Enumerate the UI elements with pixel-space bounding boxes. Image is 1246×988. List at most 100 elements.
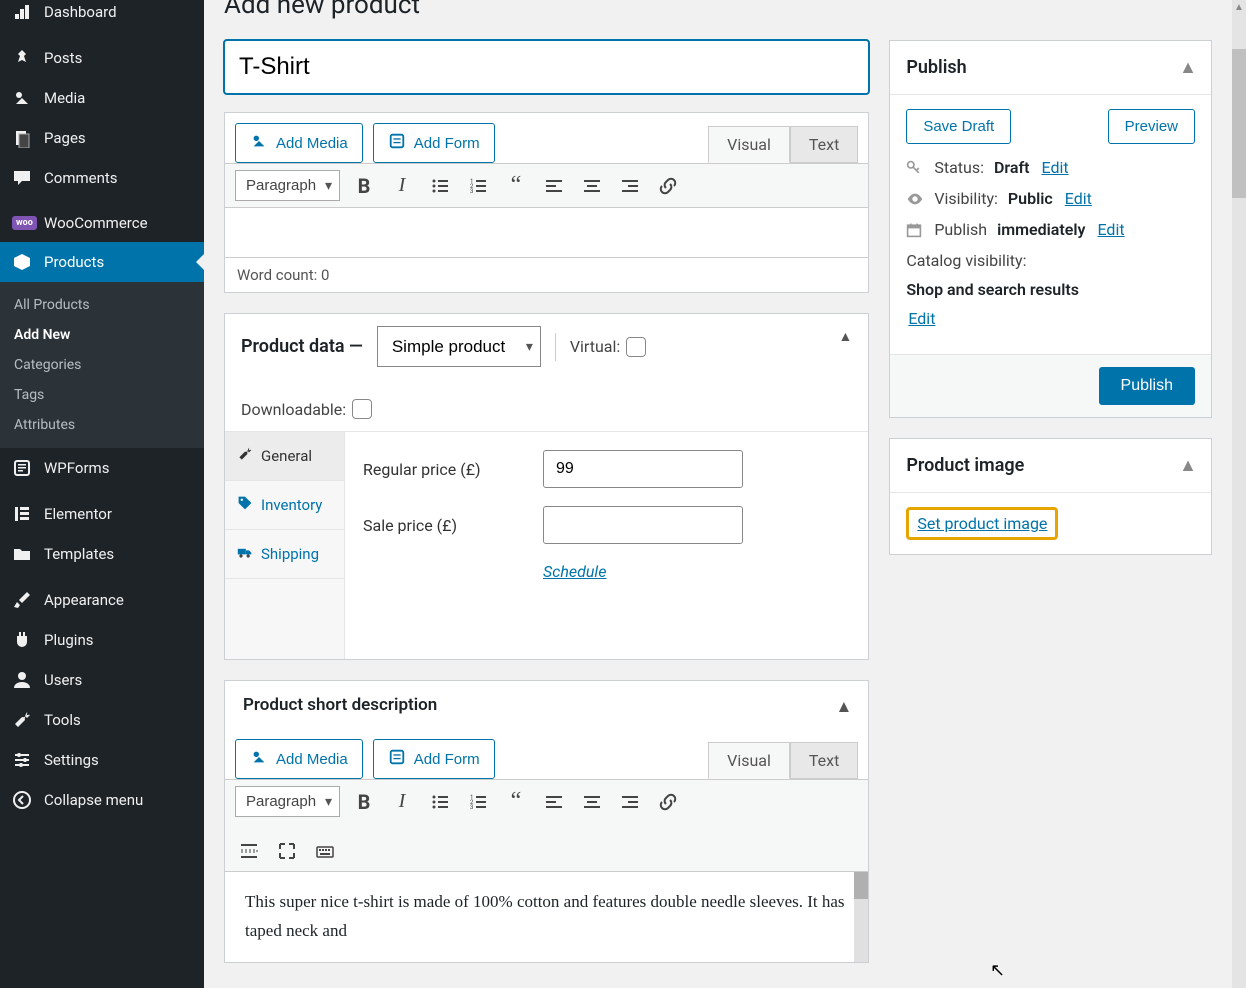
schedule-link[interactable]: Schedule bbox=[543, 562, 606, 581]
align-center-button[interactable] bbox=[578, 788, 606, 816]
align-center-button[interactable] bbox=[578, 172, 606, 200]
pd-tab-inventory[interactable]: Inventory bbox=[225, 481, 344, 530]
align-left-button[interactable] bbox=[540, 788, 568, 816]
sidebar-item-users[interactable]: Users bbox=[0, 660, 204, 700]
align-right-button[interactable] bbox=[616, 172, 644, 200]
folder-icon bbox=[12, 544, 34, 564]
sidebar-item-label: Pages bbox=[44, 129, 86, 147]
sidebar-item-label: Collapse menu bbox=[44, 791, 143, 809]
tab-text-2[interactable]: Text bbox=[790, 742, 858, 779]
regular-price-label: Regular price (£) bbox=[363, 460, 543, 479]
regular-price-input[interactable] bbox=[543, 450, 743, 488]
edit-status-link[interactable]: Edit bbox=[1042, 158, 1069, 177]
publish-button[interactable]: Publish bbox=[1099, 367, 1195, 405]
sidebar-item-products[interactable]: Products bbox=[0, 242, 204, 282]
media-icon bbox=[250, 132, 268, 154]
submenu-categories[interactable]: Categories bbox=[0, 350, 204, 380]
sidebar-item-settings[interactable]: Settings bbox=[0, 740, 204, 780]
sidebar-item-label: Templates bbox=[44, 545, 114, 563]
product-data-title: Product data — bbox=[241, 336, 363, 357]
add-form-button-2[interactable]: Add Form bbox=[373, 739, 495, 779]
edit-visibility-link[interactable]: Edit bbox=[1065, 189, 1092, 208]
editor-scrollbar[interactable] bbox=[854, 872, 868, 962]
save-draft-button[interactable]: Save Draft bbox=[906, 109, 1011, 144]
sale-price-input[interactable] bbox=[543, 506, 743, 544]
sidebar-item-comments[interactable]: Comments bbox=[0, 158, 204, 198]
product-image-title: Product image bbox=[906, 455, 1024, 476]
plug-icon bbox=[12, 630, 34, 650]
link-button[interactable] bbox=[654, 172, 682, 200]
add-media-button[interactable]: Add Media bbox=[235, 123, 363, 163]
sidebar-item-pages[interactable]: Pages bbox=[0, 118, 204, 158]
sidebar-item-appearance[interactable]: Appearance bbox=[0, 580, 204, 620]
collapse-toggle-icon[interactable]: ▲ bbox=[836, 697, 853, 717]
sidebar-item-templates[interactable]: Templates bbox=[0, 534, 204, 574]
numbered-list-button[interactable]: 123 bbox=[464, 172, 492, 200]
page-scrollbar[interactable]: ▲ bbox=[1232, 0, 1246, 988]
pd-tab-shipping[interactable]: Shipping bbox=[225, 530, 344, 579]
quote-button[interactable]: “ bbox=[502, 788, 530, 816]
bullet-list-button[interactable] bbox=[426, 788, 454, 816]
italic-button[interactable]: I bbox=[388, 172, 416, 200]
collapse-toggle-icon[interactable]: ▲ bbox=[1179, 57, 1197, 78]
sidebar-item-plugins[interactable]: Plugins bbox=[0, 620, 204, 660]
tag-icon bbox=[237, 495, 253, 515]
short-description-box: Product short description ▲ Add Media Ad… bbox=[224, 680, 869, 963]
bold-button[interactable]: B bbox=[350, 788, 378, 816]
editor-content-area[interactable] bbox=[225, 207, 868, 257]
add-form-button[interactable]: Add Form bbox=[373, 123, 495, 163]
sidebar-item-label: Tools bbox=[44, 711, 81, 729]
align-left-button[interactable] bbox=[540, 172, 568, 200]
quote-button[interactable]: “ bbox=[502, 172, 530, 200]
link-button[interactable] bbox=[654, 788, 682, 816]
format-select-2[interactable]: Paragraph bbox=[235, 786, 340, 817]
edit-catalog-link[interactable]: Edit bbox=[908, 309, 1195, 328]
sidebar-item-collapse[interactable]: Collapse menu bbox=[0, 780, 204, 820]
format-select[interactable]: Paragraph bbox=[235, 170, 340, 201]
submenu-add-new[interactable]: Add New bbox=[0, 320, 204, 350]
short-desc-content[interactable]: This super nice t-shirt is made of 100% … bbox=[225, 871, 868, 962]
set-product-image-highlight: Set product image bbox=[906, 507, 1058, 540]
product-title-input[interactable] bbox=[224, 40, 869, 94]
media-icon bbox=[250, 748, 268, 770]
tab-visual[interactable]: Visual bbox=[708, 126, 790, 163]
submenu-all-products[interactable]: All Products bbox=[0, 290, 204, 320]
bold-button[interactable]: B bbox=[350, 172, 378, 200]
align-right-button[interactable] bbox=[616, 788, 644, 816]
sidebar-item-posts[interactable]: Posts bbox=[0, 38, 204, 78]
sidebar-item-label: Plugins bbox=[44, 631, 93, 649]
sidebar-item-dashboard[interactable]: Dashboard bbox=[0, 0, 204, 32]
collapse-toggle-icon[interactable]: ▲ bbox=[1179, 455, 1197, 476]
pd-tab-general[interactable]: General bbox=[225, 432, 344, 481]
tab-visual-2[interactable]: Visual bbox=[708, 742, 790, 779]
submenu-attributes[interactable]: Attributes bbox=[0, 410, 204, 440]
keyboard-button[interactable] bbox=[311, 837, 339, 865]
key-icon bbox=[906, 160, 924, 176]
bullet-list-button[interactable] bbox=[426, 172, 454, 200]
set-product-image-link[interactable]: Set product image bbox=[917, 514, 1047, 533]
svg-text:3: 3 bbox=[470, 804, 473, 811]
sidebar-item-label: Products bbox=[44, 253, 104, 271]
add-media-button-2[interactable]: Add Media bbox=[235, 739, 363, 779]
collapse-toggle-icon[interactable]: ▲ bbox=[838, 328, 852, 345]
downloadable-checkbox[interactable] bbox=[352, 399, 372, 419]
virtual-checkbox[interactable] bbox=[626, 337, 646, 357]
readmore-button[interactable] bbox=[235, 837, 263, 865]
sidebar-item-label: WPForms bbox=[44, 459, 109, 477]
sidebar-item-wpforms[interactable]: WPForms bbox=[0, 448, 204, 488]
product-data-box: Product data — Simple product Virtual: ▲… bbox=[224, 313, 869, 660]
italic-button[interactable]: I bbox=[388, 788, 416, 816]
preview-button[interactable]: Preview bbox=[1108, 109, 1195, 144]
sidebar-item-tools[interactable]: Tools bbox=[0, 700, 204, 740]
sidebar-item-woocommerce[interactable]: woo WooCommerce bbox=[0, 204, 204, 242]
product-image-panel: Product image ▲ Set product image bbox=[889, 438, 1212, 555]
edit-publish-date-link[interactable]: Edit bbox=[1097, 220, 1124, 239]
sidebar-item-elementor[interactable]: Elementor bbox=[0, 494, 204, 534]
submenu-tags[interactable]: Tags bbox=[0, 380, 204, 410]
user-icon bbox=[12, 670, 34, 690]
fullscreen-button[interactable] bbox=[273, 837, 301, 865]
tab-text[interactable]: Text bbox=[790, 126, 858, 163]
product-type-select[interactable]: Simple product bbox=[377, 326, 541, 367]
numbered-list-button[interactable]: 123 bbox=[464, 788, 492, 816]
sidebar-item-media[interactable]: Media bbox=[0, 78, 204, 118]
